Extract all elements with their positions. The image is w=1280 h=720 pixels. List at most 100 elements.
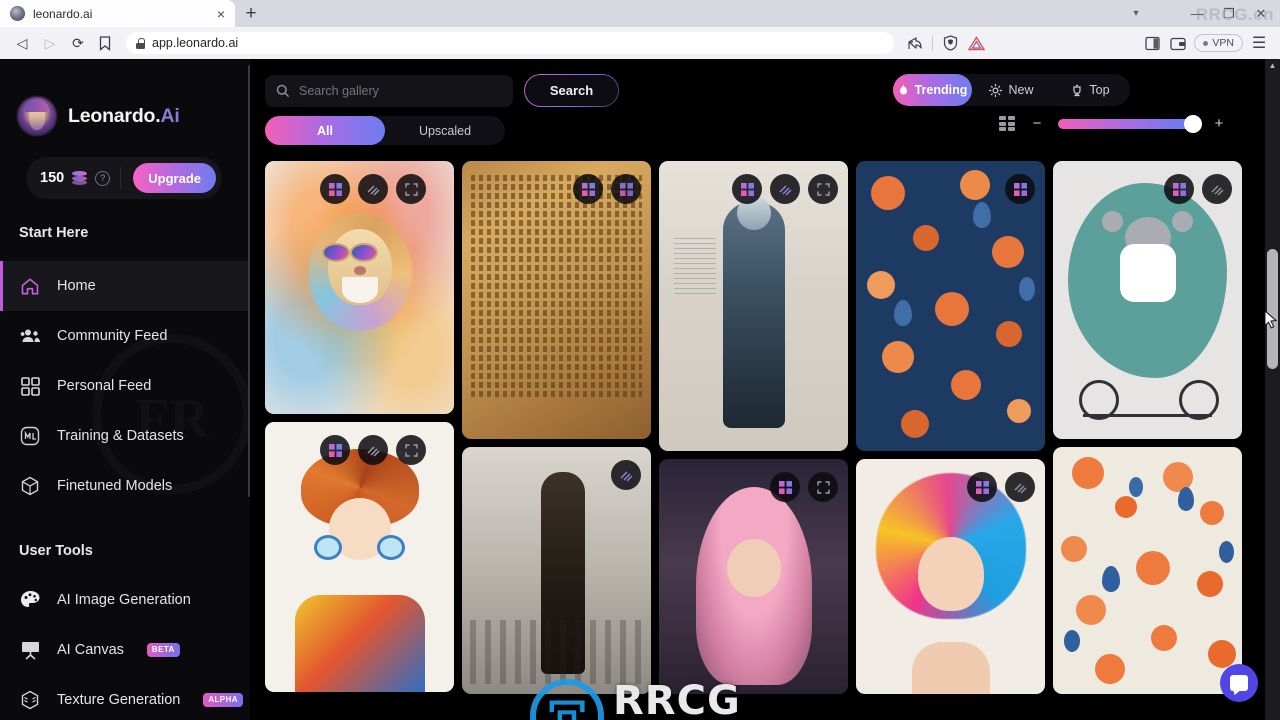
toolbar-divider	[932, 35, 934, 51]
sidebar-item-personal-feed[interactable]: Personal Feed	[0, 361, 250, 411]
close-window-button[interactable]: ✕	[1246, 1, 1276, 27]
gallery-card-floral-pattern-cream[interactable]	[1053, 447, 1242, 694]
variations-icon[interactable]	[320, 435, 350, 465]
maximize-button[interactable]: ❐	[1214, 1, 1244, 27]
bookmark-icon[interactable]	[92, 29, 118, 57]
browser-tab[interactable]: leonardo.ai ×	[0, 0, 235, 27]
card-overlay-actions	[320, 435, 426, 465]
search-icon	[276, 84, 290, 98]
card-overlay-actions	[967, 472, 1035, 502]
lock-icon	[136, 37, 145, 49]
address-bar[interactable]: app.leonardo.ai	[126, 32, 895, 54]
browser-menu-icon[interactable]: ☰	[1246, 29, 1272, 57]
sidebar-item-training-and-datasets[interactable]: Training & Datasets	[0, 411, 250, 461]
intercom-chat-button[interactable]	[1220, 664, 1258, 702]
motion-icon[interactable]	[611, 460, 641, 490]
mouse-cursor	[1264, 310, 1278, 329]
gallery-column	[856, 161, 1045, 694]
tab-all[interactable]: All	[265, 116, 385, 145]
gallery-card-lion-watercolor[interactable]	[265, 161, 454, 414]
new-tab-button[interactable]: +	[240, 3, 262, 25]
wallet-icon[interactable]	[1165, 29, 1191, 57]
card-overlay-actions	[770, 472, 838, 502]
trophy-icon	[1073, 84, 1082, 96]
zoom-slider-thumb[interactable]	[1184, 114, 1202, 133]
reload-button[interactable]: ⟳	[64, 29, 92, 57]
card-overlay-actions	[573, 174, 641, 204]
expand-icon[interactable]	[808, 174, 838, 204]
tab-top[interactable]: Top	[1051, 74, 1130, 106]
expand-icon[interactable]	[396, 435, 426, 465]
side-panel-icon[interactable]	[1139, 29, 1165, 57]
grid-density-icon[interactable]	[999, 116, 1016, 131]
leonardo-avatar-icon	[18, 97, 56, 135]
minimize-button[interactable]: —	[1182, 1, 1212, 27]
expand-icon[interactable]	[808, 472, 838, 502]
expand-icon[interactable]	[396, 174, 426, 204]
sidebar-item-label: Training & Datasets	[57, 428, 184, 444]
gallery-card-girl-with-glasses[interactable]	[265, 422, 454, 692]
gallery-card-koala-on-bicycle[interactable]	[1053, 161, 1242, 439]
chat-icon	[1230, 675, 1248, 691]
gallery-card-dark-figures-sheet[interactable]	[462, 447, 651, 694]
variations-icon[interactable]	[573, 174, 603, 204]
variations-icon[interactable]	[1164, 174, 1194, 204]
sidebar-item-home[interactable]: Home	[0, 261, 250, 311]
variations-icon[interactable]	[967, 472, 997, 502]
page-scrollbar-thumb[interactable]	[1267, 249, 1278, 369]
tab-upscaled[interactable]: Upscaled	[385, 116, 505, 145]
share-icon[interactable]	[902, 29, 928, 57]
variations-icon[interactable]	[320, 174, 350, 204]
variations-icon[interactable]	[1005, 174, 1035, 204]
card-overlay-actions	[732, 174, 838, 204]
zoom-out-button[interactable]: −	[1030, 115, 1044, 132]
floral-motifs	[1053, 447, 1242, 694]
tab-new[interactable]: New	[972, 74, 1051, 106]
sidebar-item-community-feed[interactable]: Community Feed	[0, 311, 250, 361]
motion-icon[interactable]	[358, 174, 388, 204]
gallery-card-egyptian-hieroglyphs[interactable]	[462, 161, 651, 439]
vpn-badge[interactable]: VPN	[1194, 34, 1243, 52]
card-overlay-actions	[611, 460, 641, 490]
leo-ai-icon[interactable]	[963, 29, 989, 57]
gallery-card-pink-haired-fairy[interactable]	[659, 459, 848, 694]
tab-trending[interactable]: Trending	[893, 74, 972, 106]
close-tab-icon[interactable]: ×	[213, 6, 229, 22]
motion-icon[interactable]	[358, 435, 388, 465]
sparkle-icon	[989, 83, 1003, 97]
card-artwork	[856, 161, 1045, 451]
home-icon	[19, 275, 41, 297]
back-button[interactable]: ◁	[8, 29, 36, 57]
motion-icon[interactable]	[1005, 472, 1035, 502]
gallery-card-blue-haired-warrior[interactable]	[659, 161, 848, 451]
variations-icon[interactable]	[770, 472, 800, 502]
help-icon[interactable]: ?	[95, 170, 111, 186]
zoom-slider[interactable]	[1058, 114, 1202, 133]
card-overlay-actions	[320, 174, 426, 204]
tab-list-chevron-down-icon[interactable]: ▾	[1122, 0, 1150, 27]
sidebar-item-ai-canvas[interactable]: AI Canvas BETA	[0, 625, 250, 675]
search-input-placeholder: Search gallery	[299, 84, 379, 98]
sidebar-item-finetuned-models[interactable]: Finetuned Models	[0, 461, 250, 511]
brand[interactable]: Leonardo.Ai	[0, 59, 250, 135]
zoom-in-button[interactable]: +	[1212, 115, 1226, 132]
search-button[interactable]: Search	[524, 74, 619, 107]
filter-tabs: All Upscaled	[265, 116, 505, 145]
sidebar-item-texture-generation[interactable]: Texture Generation ALPHA	[0, 675, 250, 720]
motion-icon[interactable]	[770, 174, 800, 204]
motion-icon[interactable]	[1202, 174, 1232, 204]
gallery-card-candy-hair-portrait[interactable]	[856, 459, 1045, 694]
search-input[interactable]: Search gallery	[265, 75, 513, 107]
upgrade-button[interactable]: Upgrade	[133, 163, 216, 193]
scroll-up-arrow-icon[interactable]: ▲	[1265, 61, 1280, 70]
gallery-column	[659, 161, 848, 694]
gallery-column	[462, 161, 651, 694]
motion-icon[interactable]	[611, 174, 641, 204]
page-scrollbar[interactable]: ▲	[1265, 59, 1280, 720]
brand-suffix-text: Ai	[160, 104, 180, 127]
gallery-toolbar: Search gallery Search All Upscaled Trend…	[250, 59, 1280, 161]
gallery-card-floral-pattern-navy[interactable]	[856, 161, 1045, 451]
sidebar-item-ai-image-generation[interactable]: AI Image Generation	[0, 575, 250, 625]
variations-icon[interactable]	[732, 174, 762, 204]
brave-shield-icon[interactable]	[937, 29, 963, 57]
